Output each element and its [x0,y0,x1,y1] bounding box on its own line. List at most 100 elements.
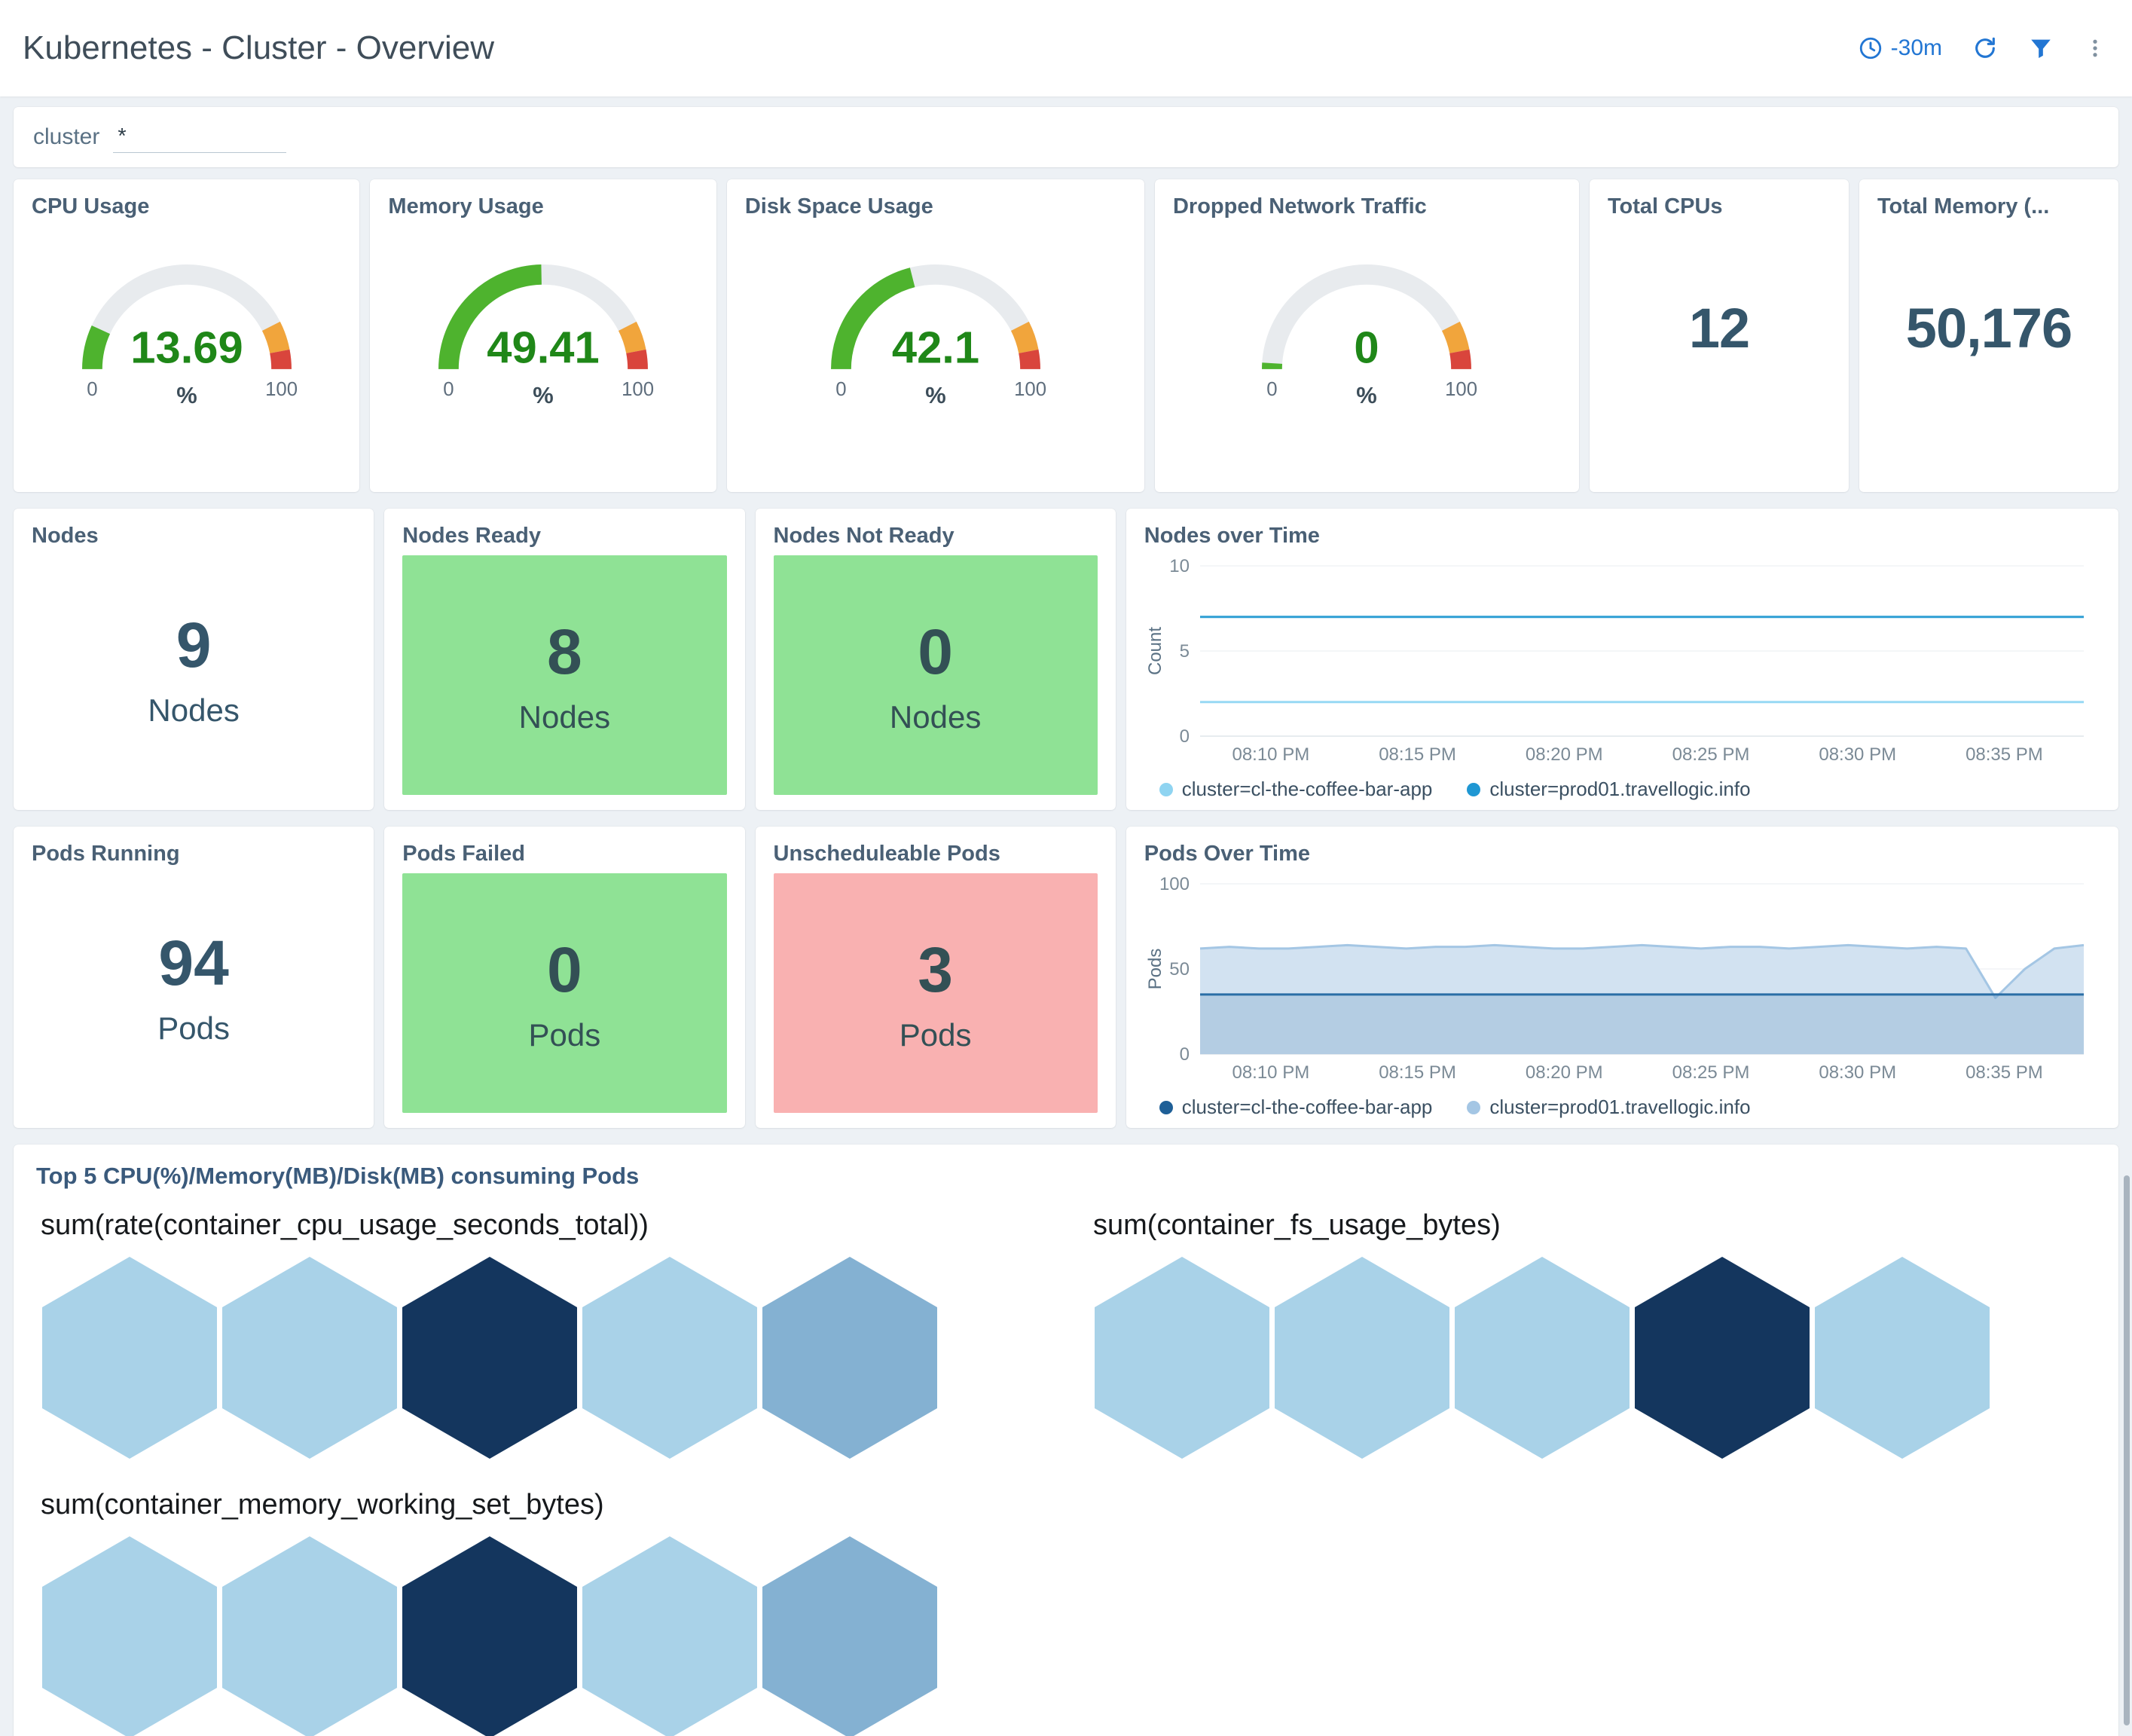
hexagon-cell[interactable] [1455,1257,1630,1459]
honeycomb-memory-block: sum(container_memory_working_set_bytes) [36,1486,1043,1736]
panel-pods-failed: Pods Failed 0 Pods [384,827,744,1128]
cluster-filter-input[interactable] [113,121,286,153]
nodes-not-ready-unit: Nodes [890,699,981,735]
legend-label: cluster=prod01.travellogic.info [1489,778,1750,801]
svg-text:42.1: 42.1 [892,322,979,373]
chart-svg: 050100Pods08:10 PM08:15 PM08:20 PM08:25 … [1141,873,2102,1084]
hexagon-cell[interactable] [1095,1257,1269,1459]
gauge-svg: 42.10100% [804,239,1068,405]
refresh-button[interactable] [1972,35,1998,61]
unschedulable-pods-count: 3 [918,934,953,1007]
filter-label: cluster [33,124,99,150]
svg-text:0: 0 [835,379,846,400]
nodes-not-ready-tile[interactable]: 0 Nodes [774,555,1098,795]
hexagon-cell[interactable] [762,1257,937,1459]
panel-nodes-over-time: Nodes over Time 0510Count08:10 PM08:15 P… [1126,509,2118,810]
panel-pods-running: Pods Running 94 Pods [14,827,374,1128]
nodes-row: Nodes 9 Nodes Nodes Ready 8 Nodes Nodes … [14,509,2118,810]
svg-text:08:25 PM: 08:25 PM [1672,1062,1749,1083]
legend-label: cluster=cl-the-coffee-bar-app [1182,778,1433,801]
pods-row: Pods Running 94 Pods Pods Failed 0 Pods … [14,827,2118,1128]
pods-over-time-legend: cluster=cl-the-coffee-bar-app cluster=pro… [1159,1096,1751,1119]
hexagon-cell[interactable] [42,1536,217,1736]
svg-text:08:20 PM: 08:20 PM [1526,1062,1603,1083]
svg-text:100: 100 [1014,379,1046,400]
legend-item[interactable]: cluster=prod01.travellogic.info [1467,1096,1750,1119]
nodes-unit: Nodes [14,692,374,729]
svg-text:Pods: Pods [1145,949,1165,990]
hexagon-cell[interactable] [1815,1257,1990,1459]
hexagon-cell[interactable] [402,1257,577,1459]
legend-dot [1467,1101,1480,1114]
nodes-ready-unit: Nodes [519,699,610,735]
panel-total-cpus: Total CPUs 12 [1590,179,1849,492]
pods-running-tile: 94 Pods [14,927,374,1047]
hexagon-cell[interactable] [222,1536,397,1736]
hexagon-cell[interactable] [42,1257,217,1459]
panel-nodes: Nodes 9 Nodes [14,509,374,810]
fs-honeycomb [1089,1257,2096,1459]
legend-dot [1159,783,1173,796]
svg-text:%: % [1357,382,1377,405]
panel-title: Disk Space Usage [745,194,1126,219]
panel-cpu-usage: CPU Usage 13.690100% [14,179,359,492]
svg-text:0: 0 [443,379,454,400]
panel-nodes-not-ready: Nodes Not Ready 0 Nodes [756,509,1116,810]
hexagon-cell[interactable] [582,1536,757,1736]
svg-text:13.69: 13.69 [130,322,243,373]
unschedulable-pods-tile[interactable]: 3 Pods [774,873,1098,1113]
panel-title: Nodes [32,524,356,549]
dashboard-header: Kubernetes - Cluster - Overview -30m [0,0,2132,96]
vertical-scrollbar-thumb[interactable] [2124,1175,2130,1725]
section-title: Top 5 CPU(%)/Memory(MB)/Disk(MB) consumi… [36,1163,2096,1190]
hexagon-cell[interactable] [582,1257,757,1459]
panel-nodes-ready: Nodes Ready 8 Nodes [384,509,744,810]
dashboard-page: Kubernetes - Cluster - Overview -30m [0,0,2132,1736]
cpu-query-title: sum(rate(container_cpu_usage_seconds_tot… [41,1209,1043,1242]
filter-bar: cluster [14,107,2118,167]
hexagon-cell[interactable] [1275,1257,1449,1459]
panel-title: Nodes Not Ready [774,524,1098,549]
honeycomb-fs-block: sum(container_fs_usage_bytes) [1089,1206,2096,1459]
nodes-ready-count: 8 [547,616,582,689]
panel-title: Unscheduleable Pods [774,842,1098,866]
gauge-svg: 00100% [1235,239,1498,405]
pods-failed-tile[interactable]: 0 Pods [402,873,726,1113]
hexagon-cell[interactable] [402,1536,577,1736]
legend-item[interactable]: cluster=prod01.travellogic.info [1467,778,1750,801]
svg-text:08:10 PM: 08:10 PM [1232,744,1309,765]
legend-dot [1467,783,1480,796]
panel-title: Pods Running [32,842,356,866]
svg-text:08:25 PM: 08:25 PM [1672,744,1749,765]
legend-item[interactable]: cluster=cl-the-coffee-bar-app [1159,1096,1433,1119]
pods-over-time-chart: 050100Pods08:10 PM08:15 PM08:20 PM08:25 … [1141,873,2102,1084]
pods-running-unit: Pods [14,1010,374,1047]
honeycomb-grid: sum(rate(container_cpu_usage_seconds_tot… [36,1206,2096,1736]
header-actions: -30m [1858,35,2106,61]
panel-dropped-network-traffic: Dropped Network Traffic 00100% [1155,179,1579,492]
cpu-honeycomb [36,1257,1043,1459]
panel-title: Pods Over Time [1144,842,2100,866]
panel-title: Dropped Network Traffic [1173,194,1561,219]
nodes-ready-tile[interactable]: 8 Nodes [402,555,726,795]
cpu-usage-gauge: 13.690100% [55,239,319,405]
svg-text:0: 0 [1179,726,1189,747]
page-title: Kubernetes - Cluster - Overview [23,29,494,67]
total-cpus-value: 12 [1608,296,1831,360]
legend-item[interactable]: cluster=cl-the-coffee-bar-app [1159,778,1433,801]
nodes-tile: 9 Nodes [14,609,374,729]
hexagon-cell[interactable] [1635,1257,1810,1459]
svg-text:%: % [533,382,553,405]
hexagon-cell[interactable] [222,1257,397,1459]
panel-title: CPU Usage [32,194,341,219]
kebab-menu-button[interactable] [2084,35,2106,61]
filter-button[interactable] [2028,35,2054,61]
total-memory-value: 50,176 [1877,296,2100,360]
pods-failed-unit: Pods [529,1017,601,1053]
panel-total-memory: Total Memory (... 50,176 [1859,179,2118,492]
hexagon-cell[interactable] [762,1536,937,1736]
disk-space-usage-gauge: 42.10100% [804,239,1068,405]
time-range-button[interactable]: -30m [1858,35,1942,61]
svg-text:100: 100 [1446,379,1478,400]
svg-text:100: 100 [265,379,298,400]
